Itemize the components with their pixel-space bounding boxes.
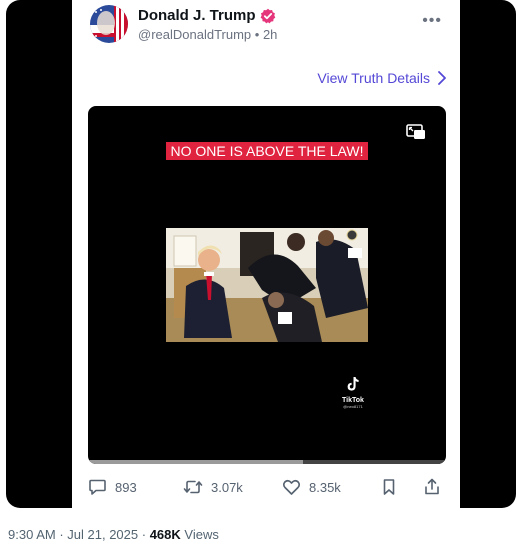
retruth-count: 3.07k xyxy=(211,479,243,495)
more-options-icon[interactable]: ••• xyxy=(422,12,442,30)
tweet-media-frame: Donald J. Trump @realDonaldTrump • 2h ••… xyxy=(6,0,516,508)
views-label: Views xyxy=(184,527,219,542)
video-progress-bar[interactable] xyxy=(88,460,446,464)
reply-button[interactable]: 893 xyxy=(88,478,137,496)
bookmark-button[interactable] xyxy=(382,478,396,496)
tiktok-username: @neo8171 xyxy=(343,404,363,409)
like-button[interactable]: 8.35k xyxy=(282,478,341,496)
reply-icon xyxy=(89,479,106,495)
timestamp-separator: · xyxy=(141,527,150,542)
view-truth-details-label: View Truth Details xyxy=(317,70,430,86)
verified-badge-icon xyxy=(260,8,275,23)
separator-dot: • xyxy=(254,27,263,42)
video-player[interactable]: NO ONE IS ABOVE THE LAW! TikTok @neo8171 xyxy=(88,106,446,464)
author-handle[interactable]: @realDonaldTrump xyxy=(138,27,251,42)
post-time-ago: 2h xyxy=(262,27,278,42)
video-progress-fill xyxy=(88,460,303,464)
video-caption: NO ONE IS ABOVE THE LAW! xyxy=(88,140,446,162)
heart-icon xyxy=(283,479,300,495)
post-header: Donald J. Trump @realDonaldTrump • 2h ••… xyxy=(72,0,460,50)
tweet-date[interactable]: Jul 21, 2025 xyxy=(67,527,138,542)
truth-social-post-card[interactable]: Donald J. Trump @realDonaldTrump • 2h ••… xyxy=(72,0,460,508)
reply-count: 893 xyxy=(115,479,137,495)
picture-in-picture-icon[interactable] xyxy=(406,124,426,140)
tweet-time[interactable]: 9:30 AM xyxy=(8,527,56,542)
view-count: 468K xyxy=(149,527,181,542)
like-count: 8.35k xyxy=(309,479,341,495)
video-caption-text: NO ONE IS ABOVE THE LAW! xyxy=(165,142,369,160)
tiktok-app-name: TikTok xyxy=(342,397,364,404)
view-truth-details-link[interactable]: View Truth Details xyxy=(317,70,446,86)
share-button[interactable] xyxy=(424,478,440,496)
action-bar: 893 3.07k 8.35k xyxy=(88,478,448,500)
avatar[interactable] xyxy=(90,5,128,43)
retruth-icon xyxy=(183,480,203,494)
author-row: Donald J. Trump xyxy=(138,7,276,24)
tiktok-logo-icon xyxy=(347,377,359,391)
retruth-button[interactable]: 3.07k xyxy=(183,478,243,496)
video-frame-image xyxy=(166,228,368,342)
tiktok-watermark: TikTok @neo8171 xyxy=(338,376,368,409)
tweet-timestamp: 9:30 AM · Jul 21, 2025 · 468K Views xyxy=(8,527,219,542)
bookmark-icon xyxy=(383,479,395,495)
handle-row: @realDonaldTrump • 2h xyxy=(138,27,277,42)
share-icon xyxy=(425,478,439,495)
author-name[interactable]: Donald J. Trump xyxy=(138,7,256,24)
chevron-right-icon xyxy=(438,71,446,85)
